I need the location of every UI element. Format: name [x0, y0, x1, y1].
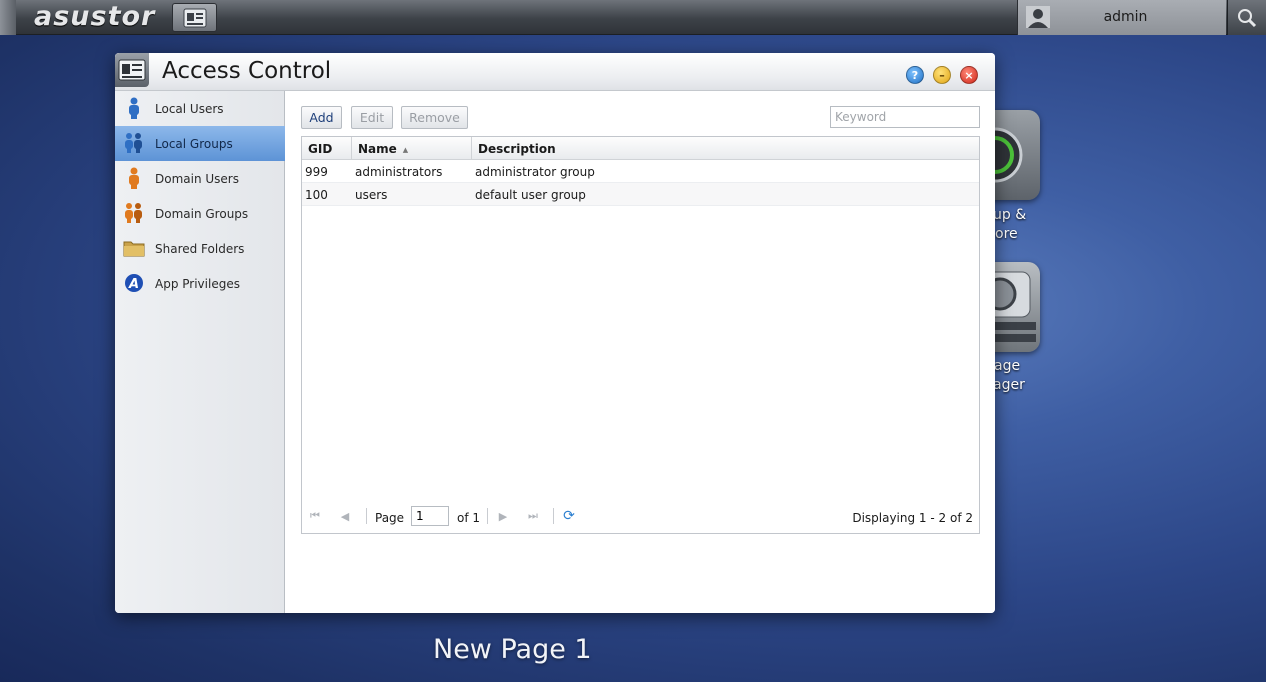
sidebar-item-label: Domain Groups: [155, 207, 249, 221]
sort-ascending-icon: ▲: [402, 145, 409, 154]
sidebar-item-label: Domain Users: [155, 172, 239, 186]
edit-button[interactable]: Edit: [351, 106, 393, 129]
column-header-label: GID: [308, 142, 333, 156]
sidebar-item-label: Local Groups: [155, 137, 233, 151]
sidebar-item-domain-groups[interactable]: Domain Groups: [115, 196, 285, 231]
sidebar-item-local-groups[interactable]: Local Groups: [115, 126, 285, 161]
column-header-description[interactable]: Description: [472, 137, 979, 160]
backup-restore-label-1: up &: [993, 207, 1027, 223]
sidebar-item-local-users[interactable]: Local Users: [115, 91, 285, 126]
window-titlebar[interactable]: Access Control ? – ×: [115, 53, 995, 91]
taskbar-access-control-button[interactable]: [172, 3, 217, 32]
table-row[interactable]: 100 users default user group: [302, 183, 979, 206]
id-card-icon: [118, 59, 146, 81]
minimize-button[interactable]: –: [933, 66, 951, 84]
cell-description: default user group: [475, 188, 586, 202]
next-page-icon[interactable]: ▶: [496, 509, 510, 523]
paging-status: Displaying 1 - 2 of 2: [852, 511, 973, 525]
sidebar-item-label: App Privileges: [155, 277, 240, 291]
desktop-page-label: New Page 1: [433, 634, 592, 665]
search-button[interactable]: [1227, 0, 1266, 35]
window-title: Access Control: [162, 58, 332, 84]
sidebar-item-shared-folders[interactable]: Shared Folders: [115, 231, 285, 266]
sidebar-item-app-privileges[interactable]: A App Privileges: [115, 266, 285, 301]
table-header: GID Name ▲ Description: [302, 137, 979, 160]
column-header-gid[interactable]: GID: [302, 137, 352, 160]
sidebar-item-label: Local Users: [155, 102, 224, 116]
pager-separator: [366, 508, 367, 524]
page-number-input[interactable]: [411, 506, 449, 526]
column-header-label: Description: [478, 142, 556, 156]
cell-description: administrator group: [475, 165, 595, 179]
help-button[interactable]: ?: [906, 66, 924, 84]
table-row[interactable]: 999 administrators administrator group: [302, 160, 979, 183]
close-button[interactable]: ×: [960, 66, 978, 84]
storage-manager-label-1: age: [994, 358, 1021, 374]
close-icon: ×: [964, 68, 974, 82]
topbar-edge: [0, 0, 16, 35]
refresh-icon[interactable]: ⟳: [562, 508, 576, 524]
pager-separator: [553, 508, 554, 524]
keyword-search-input[interactable]: [830, 106, 980, 128]
search-icon: [1238, 8, 1257, 27]
group-icon: [123, 132, 145, 154]
access-control-app-icon: [115, 53, 149, 87]
add-button[interactable]: Add: [301, 106, 342, 129]
cell-gid: 100: [305, 188, 328, 202]
domain-group-icon: [123, 202, 145, 224]
storage-manager-label-2: ager: [993, 377, 1025, 393]
cell-name: administrators: [355, 165, 443, 179]
minimize-icon: –: [939, 68, 945, 82]
user-menu[interactable]: admin: [1017, 0, 1226, 35]
access-control-window: Access Control ? – × Local Users Local G…: [115, 53, 995, 613]
taskbar-app-icon: [183, 8, 206, 27]
user-icon: [123, 97, 145, 119]
sidebar-item-label: Shared Folders: [155, 242, 245, 256]
folder-icon: [123, 237, 145, 259]
column-header-name[interactable]: Name ▲: [352, 137, 472, 160]
username-label: admin: [1103, 9, 1148, 25]
page-count-label: of 1: [457, 511, 481, 525]
page-label: Page: [375, 511, 405, 525]
previous-page-icon[interactable]: ◀: [338, 509, 352, 523]
svg-text:A: A: [128, 277, 139, 292]
cell-name: users: [355, 188, 388, 202]
pager-separator: [487, 508, 488, 524]
column-header-label: Name: [358, 142, 397, 156]
remove-button[interactable]: Remove: [401, 106, 468, 129]
top-bar: asustor admin: [0, 0, 1266, 35]
sidebar-item-domain-users[interactable]: Domain Users: [115, 161, 285, 196]
last-page-icon[interactable]: ⏭: [526, 509, 540, 523]
sidebar: Local Users Local Groups Domain Users Do…: [115, 91, 285, 613]
domain-user-icon: [123, 167, 145, 189]
backup-restore-label-2: ore: [995, 226, 1018, 242]
first-page-icon[interactable]: ⏮: [308, 509, 322, 523]
cell-gid: 999: [305, 165, 328, 179]
help-icon: ?: [911, 68, 919, 82]
app-privileges-icon: A: [123, 272, 145, 294]
pagination-bar: ⏮ ◀ Page of 1 ▶ ⏭ ⟳ Displaying 1 - 2 of …: [302, 502, 979, 532]
groups-table: GID Name ▲ Description 999 administrators…: [301, 136, 980, 534]
asustor-logo: asustor: [34, 1, 156, 32]
main-content: Add Edit Remove GID Name ▲ Description 99…: [286, 91, 995, 613]
